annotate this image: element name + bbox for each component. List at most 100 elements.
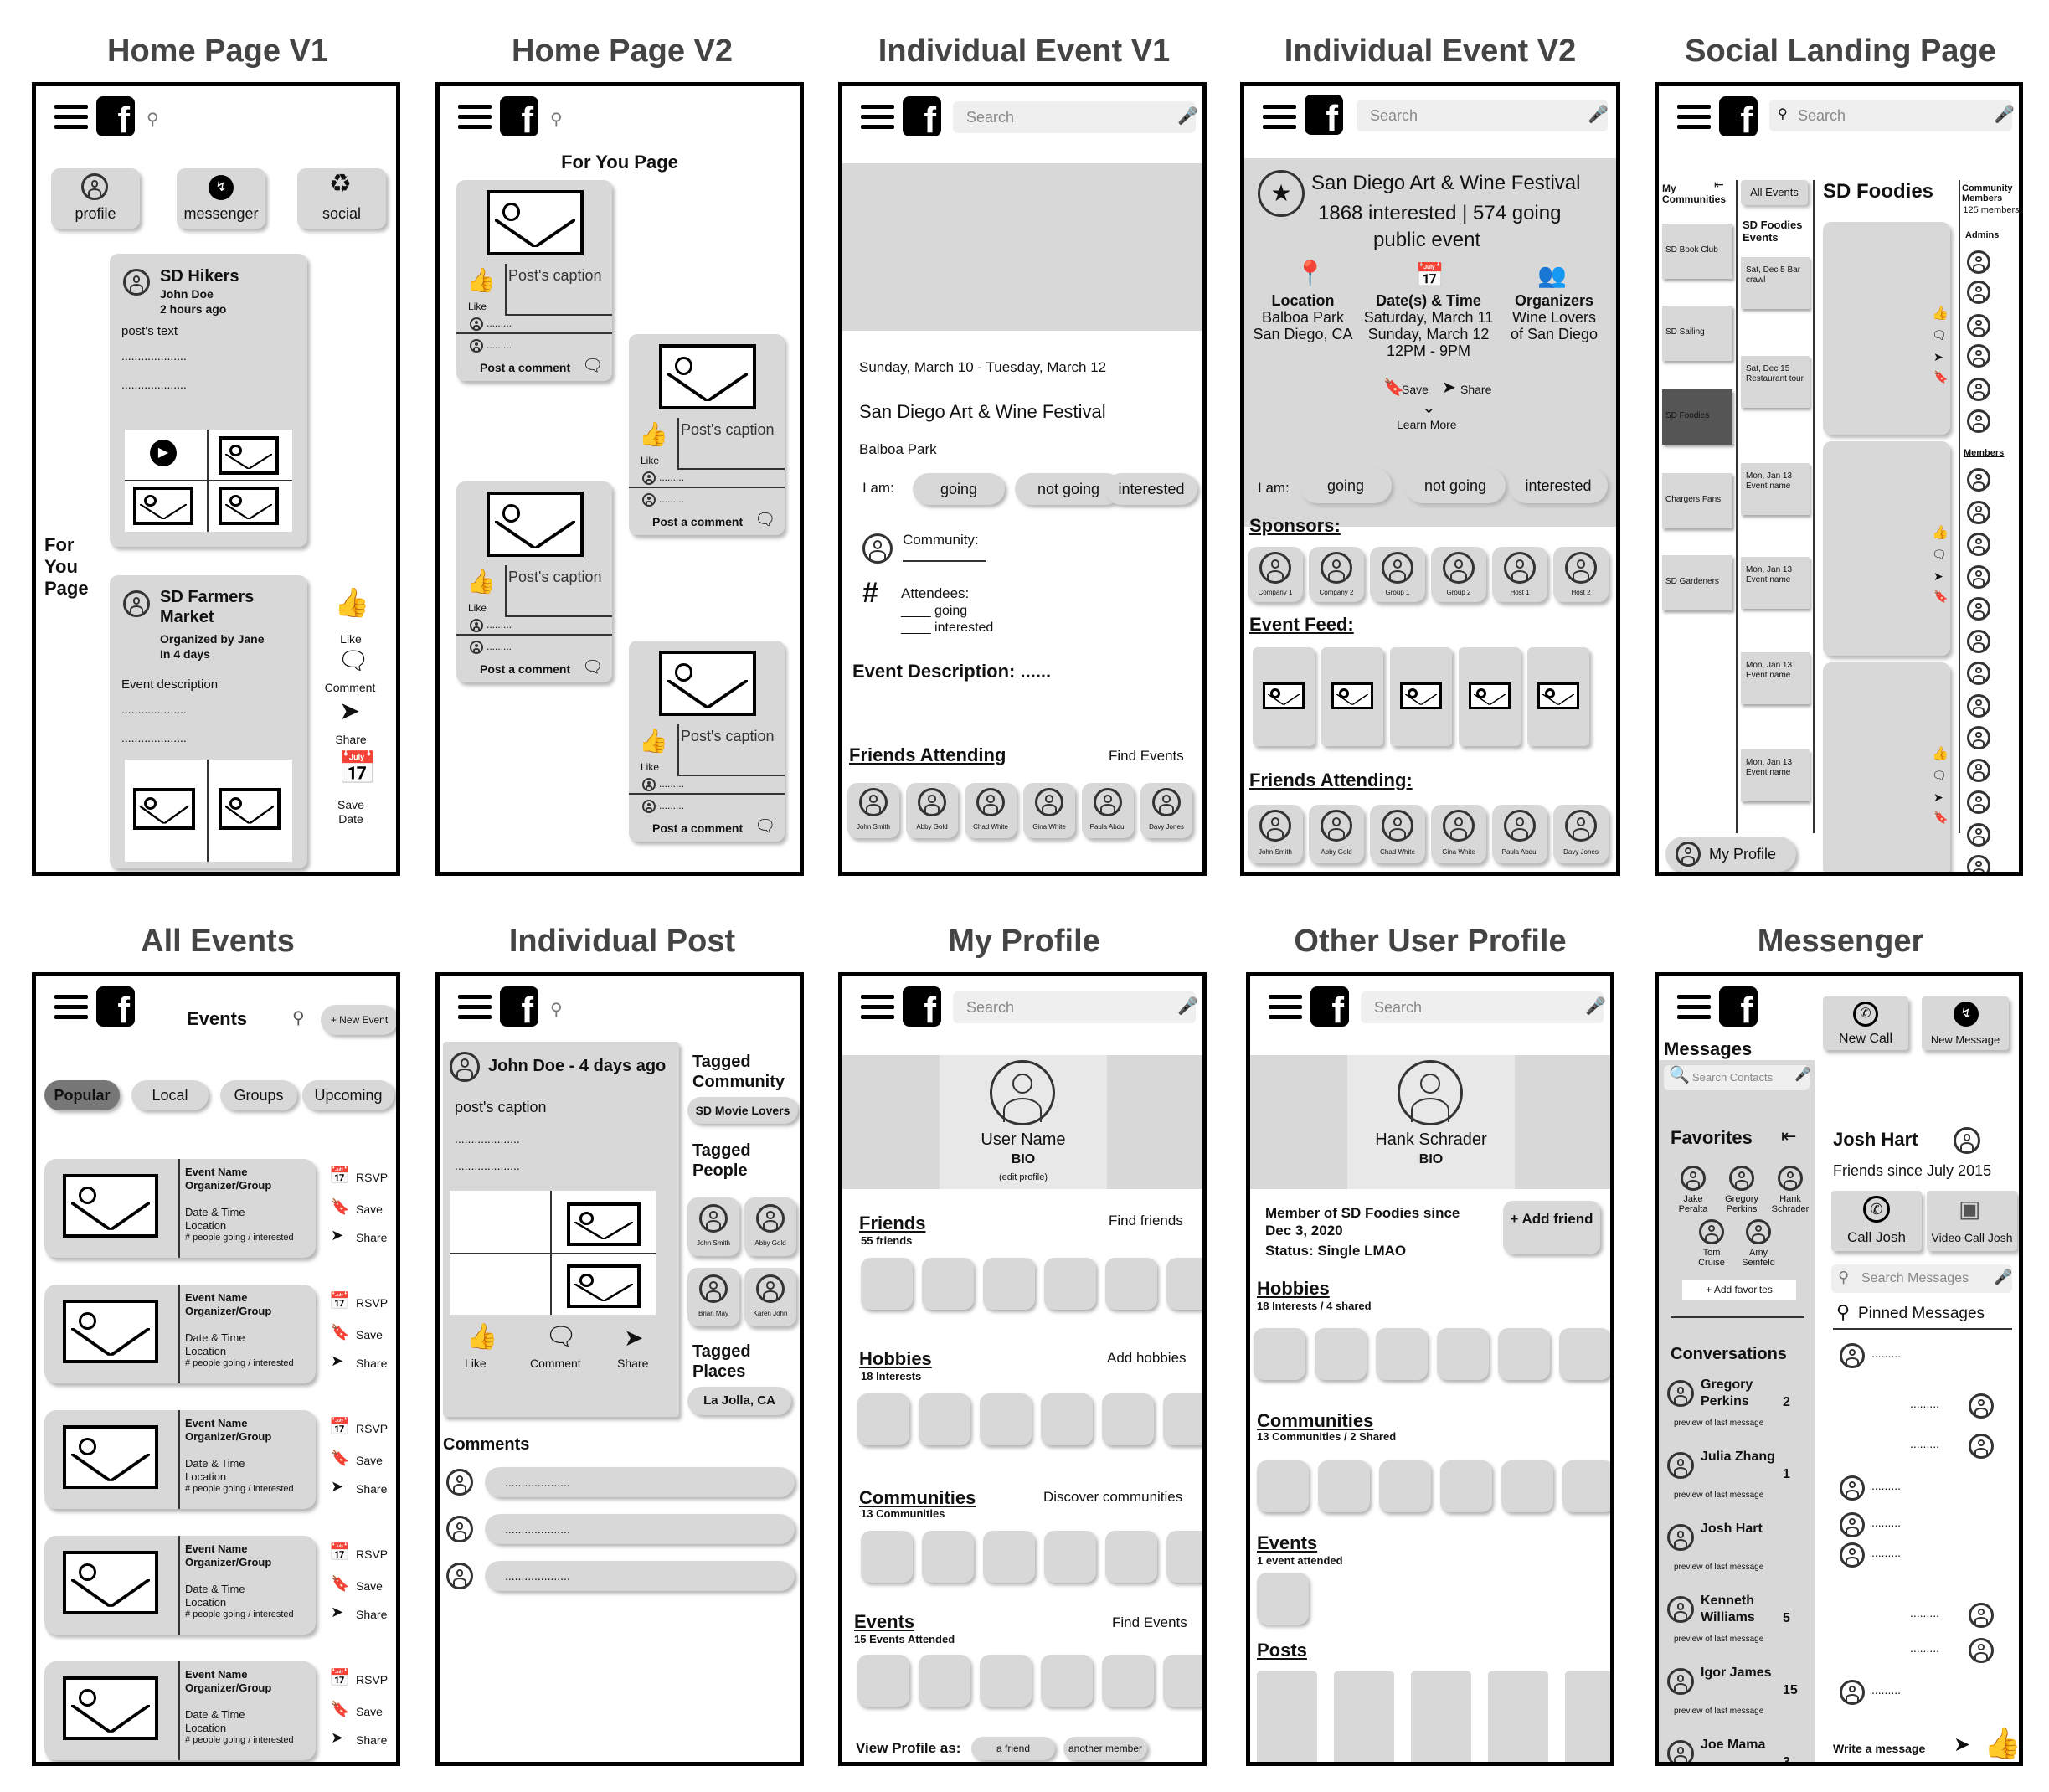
share-button[interactable]: Share (356, 1357, 387, 1370)
admin-avatar[interactable] (1967, 344, 1990, 368)
tab-profile[interactable]: profile (51, 168, 140, 229)
friend-tile[interactable]: John Smith (1248, 805, 1303, 863)
community-item[interactable]: SD Sailing (1662, 306, 1732, 361)
admin-avatar[interactable] (1967, 378, 1990, 401)
avatar[interactable] (990, 1060, 1055, 1125)
bookmark-icon[interactable]: 🔖 (331, 1325, 349, 1340)
calendar-icon[interactable]: 📅 (329, 1293, 350, 1310)
avatar[interactable] (1954, 1127, 1980, 1154)
search-messages-input[interactable]: Search Messages (1831, 1264, 2012, 1293)
tile[interactable] (857, 1393, 909, 1445)
search-input[interactable]: Search (953, 101, 1196, 133)
tile[interactable] (861, 1531, 913, 1583)
event-card[interactable]: Event Name Organizer/Group Date & Time Loca… (44, 1159, 316, 1258)
new-event-button[interactable]: + New Event (321, 1005, 396, 1035)
new-message-button[interactable]: ↯ New Message (1922, 996, 2009, 1050)
rsvp-interested-button[interactable]: interested (1105, 473, 1197, 505)
tile[interactable] (1044, 1531, 1096, 1583)
save-button[interactable]: Save (356, 1454, 383, 1467)
microphone-icon[interactable]: 🎤 (1177, 108, 1198, 125)
menu-icon[interactable] (861, 105, 894, 130)
like-icon[interactable]: 👍 (466, 269, 496, 292)
event-item[interactable]: Sat, Dec 5 Bar crawl (1741, 257, 1810, 309)
post-tile[interactable]: 👍 Like Post's caption ......... ........… (629, 641, 785, 842)
tile[interactable] (1102, 1655, 1154, 1707)
comment-icon[interactable]: 🗨 (1932, 329, 1947, 341)
member-avatar[interactable] (1967, 693, 1990, 718)
tile[interactable] (1315, 1328, 1367, 1380)
friend-tile[interactable]: Chad White (965, 783, 1017, 838)
save-button[interactable]: Save (356, 1579, 383, 1593)
sponsor-tile[interactable]: Group 2 (1431, 547, 1486, 602)
avatar[interactable] (1667, 1452, 1694, 1479)
chevron-down-icon[interactable]: ⌄ (1422, 399, 1436, 416)
member-avatar[interactable] (1967, 533, 1990, 556)
facebook-logo[interactable]: f (500, 986, 538, 1027)
menu-icon[interactable] (1677, 105, 1711, 130)
feed-item[interactable] (1527, 647, 1589, 746)
community-item[interactable]: SD Book Club (1662, 224, 1732, 279)
pinned-messages-link[interactable]: Pinned Messages (1858, 1305, 1985, 1323)
microphone-icon[interactable]: 🎤 (1794, 1069, 1811, 1082)
favorite-avatar[interactable] (1699, 1219, 1724, 1244)
play-icon[interactable]: ▶ (150, 440, 177, 466)
tile[interactable] (1163, 1393, 1202, 1445)
post-tile[interactable]: 👍 Like Post's caption ......... ........… (456, 180, 612, 381)
post-comment-button[interactable]: Post a comment (480, 361, 570, 374)
conversation-name[interactable]: Gregory Perkins (1701, 1377, 1784, 1410)
post-comment-button[interactable]: Post a comment (652, 821, 743, 835)
comment-icon[interactable]: 🗨 (337, 649, 369, 674)
share-icon[interactable]: ➤ (331, 1479, 343, 1494)
tile[interactable] (1041, 1393, 1093, 1445)
tile[interactable] (1102, 1393, 1154, 1445)
share-icon[interactable]: ➤ (1933, 791, 1943, 803)
share-icon[interactable]: ➤ (1933, 351, 1943, 363)
menu-icon[interactable] (1677, 995, 1711, 1020)
event-item[interactable]: Mon, Jan 13 Event name (1741, 749, 1810, 801)
bookmark-icon[interactable]: 🔖 (331, 1199, 349, 1214)
rsvp-button[interactable]: RSVP (356, 1673, 388, 1686)
friend-tile[interactable]: Paula Abdul (1082, 783, 1134, 838)
comment-icon[interactable]: 🗨 (545, 1325, 577, 1350)
tile[interactable] (1501, 1460, 1553, 1512)
save-button[interactable]: Save (356, 1705, 383, 1718)
sponsor-tile[interactable]: Company 1 (1248, 547, 1303, 602)
admin-avatar[interactable] (1967, 409, 1990, 433)
friend-tile[interactable]: Abby Gold (1309, 805, 1364, 863)
menu-icon[interactable] (1269, 995, 1302, 1020)
search-input[interactable]: Search (1357, 100, 1608, 131)
rsvp-button[interactable]: RSVP (356, 1547, 388, 1561)
add-hobbies-link[interactable]: Add hobbies (1107, 1350, 1187, 1367)
bookmark-icon[interactable]: 🔖 (331, 1576, 349, 1591)
rsvp-button[interactable]: RSVP (356, 1171, 388, 1184)
microphone-icon[interactable]: 🎤 (1585, 998, 1606, 1015)
event-card-farmers-market[interactable]: SD Farmers Market Organized by Jane In 4… (110, 575, 307, 868)
event-item[interactable]: Mon, Jan 13 Event name (1741, 557, 1810, 609)
tile[interactable] (919, 1655, 970, 1707)
search-input[interactable]: Search (1361, 991, 1604, 1023)
event-tile[interactable] (1257, 1573, 1309, 1625)
tile[interactable] (1041, 1655, 1093, 1707)
learn-more-link[interactable]: Learn More (1397, 418, 1457, 431)
share-icon[interactable]: ➤ (624, 1326, 643, 1350)
favorite-avatar[interactable] (1778, 1166, 1803, 1191)
member-avatar[interactable] (1967, 822, 1990, 847)
calendar-icon[interactable]: 📅 (329, 1419, 350, 1435)
post-card-sd-hikers[interactable]: SD Hikers John Doe 2 hours ago post's te… (110, 254, 307, 547)
tile[interactable] (922, 1531, 974, 1583)
find-events-link[interactable]: Find Events (1109, 748, 1184, 765)
microphone-icon[interactable]: 🎤 (1588, 106, 1609, 123)
comment-icon[interactable]: 🗨 (1932, 770, 1947, 781)
facebook-logo[interactable]: f (96, 96, 135, 136)
comment-bubble[interactable]: .................... (485, 1561, 795, 1591)
bookmark-icon[interactable]: 🔖 (1933, 590, 1948, 602)
favorite-avatar[interactable] (1746, 1219, 1771, 1244)
friend-tile[interactable]: Davy Jones (1140, 783, 1192, 838)
menu-icon[interactable] (458, 105, 492, 130)
menu-icon[interactable] (861, 995, 894, 1020)
video-call-button[interactable]: ▣ Video Call Josh (1927, 1191, 2017, 1251)
friend-tile[interactable]: Davy Jones (1553, 805, 1609, 863)
event-card[interactable]: Event Name Organizer/Group Date & Time Loca… (44, 1536, 316, 1635)
facebook-logo[interactable]: f (1719, 986, 1758, 1027)
save-button[interactable]: Save (356, 1328, 383, 1341)
